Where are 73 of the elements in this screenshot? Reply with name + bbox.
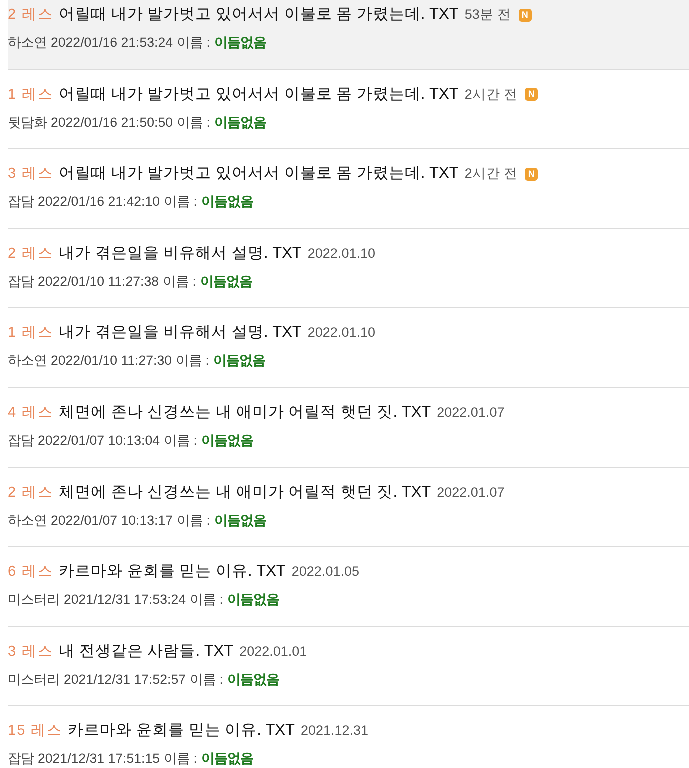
post-title-link[interactable]: 어릴때 내가 발가벗고 있어서서 이불로 몸 가렸는데. TXT (59, 5, 459, 25)
board-category: 미스터리 (8, 670, 60, 689)
name-label: 이름 : (177, 512, 210, 530)
post-time: 2022.01.07 (437, 404, 505, 422)
post-time: 2022.01.01 (240, 642, 308, 661)
post-title-link[interactable]: 카르마와 윤회를 믿는 이유. TXT (59, 562, 286, 582)
reply-count: 2 레스 (8, 244, 54, 264)
post-time: 2시간 전 (464, 165, 518, 184)
post-time: 2022.01.05 (292, 563, 360, 582)
board-category: 잡담 (8, 272, 34, 291)
post-datetime: 2022/01/10 11:27:30 (51, 352, 172, 370)
post-datetime: 2022/01/07 10:13:17 (51, 512, 174, 530)
reply-count: 1 레스 (8, 324, 54, 344)
name-label: 이름 : (163, 272, 196, 291)
post-title-link[interactable]: 체면에 존나 신경쓰는 내 애미가 어릴적 햇던 짓. TXT (59, 402, 432, 423)
post-time: 2022.01.07 (437, 484, 505, 502)
post-datetime: 2021/12/31 17:53:24 (64, 591, 186, 610)
post-datetime: 2021/12/31 17:52:57 (64, 670, 186, 689)
author-name: 이듬없음 (227, 670, 280, 689)
author-name: 이듬없음 (214, 512, 266, 530)
author-name: 이듬없음 (200, 272, 252, 291)
reply-count: 3 레스 (8, 165, 54, 184)
author-name: 이듬없음 (201, 193, 254, 212)
author-name: 이듬없음 (227, 591, 280, 610)
author-name: 이듬없음 (214, 34, 266, 52)
post-datetime: 2022/01/16 21:42:10 (38, 193, 160, 212)
post-time: 2022.01.10 (308, 244, 376, 263)
post-title-link[interactable]: 어릴때 내가 발가벗고 있어서서 이불로 몸 가렸는데. TXT (59, 164, 459, 184)
name-label: 이름 : (176, 352, 210, 370)
name-label: 이름 : (164, 193, 198, 212)
reply-count: 3 레스 (8, 642, 54, 662)
post-datetime: 2022/01/16 21:50:50 (51, 114, 174, 132)
post-datetime: 2021/12/31 17:51:15 (38, 750, 160, 768)
author-name: 이듬없음 (214, 114, 266, 132)
author-name: 이듬없음 (201, 750, 254, 768)
reply-count: 4 레스 (8, 404, 54, 423)
post-time: 2022.01.10 (308, 324, 376, 342)
board-category: 뒷담화 (8, 114, 47, 132)
post-time: 2시간 전 (464, 86, 518, 104)
post-title-link[interactable]: 어릴때 내가 발가벗고 있어서서 이불로 몸 가렸는데. TXT (59, 84, 459, 105)
board-category: 하소연 (8, 352, 47, 370)
post-datetime: 2022/01/07 10:13:04 (38, 432, 160, 450)
post-time: 2021.12.31 (300, 722, 369, 740)
reply-count: 15 레스 (8, 722, 64, 742)
reply-count: 6 레스 (8, 563, 54, 582)
board-category: 하소연 (8, 34, 47, 52)
name-label: 이름 : (190, 591, 224, 610)
post-time: 53분 전 (464, 6, 512, 24)
post-title-link[interactable]: 카르마와 윤회를 믿는 이유. TXT (68, 721, 295, 742)
name-label: 이름 : (190, 670, 224, 689)
board-category: 잡담 (8, 193, 34, 212)
post-title-link[interactable]: 내가 겪은일을 비유해서 설명. TXT (59, 323, 302, 344)
name-label: 이름 : (177, 34, 210, 52)
board-category: 하소연 (8, 512, 47, 530)
board-category: 잡담 (8, 750, 34, 768)
new-badge: N (525, 88, 538, 102)
new-badge: N (518, 8, 532, 22)
name-label: 이름 : (164, 750, 198, 768)
author-name: 이듬없음 (201, 432, 254, 450)
post-datetime: 2022/01/16 21:53:24 (51, 34, 174, 52)
post-title-link[interactable]: 내가 겪은일을 비유해서 설명. TXT (59, 244, 302, 264)
reply-count: 2 레스 (8, 484, 54, 503)
reply-count: 1 레스 (8, 86, 54, 105)
new-badge: N (525, 168, 538, 181)
name-label: 이름 : (177, 114, 210, 132)
reply-count: 2 레스 (8, 6, 54, 25)
post-title-link[interactable]: 체면에 존나 신경쓰는 내 애미가 어릴적 햇던 짓. TXT (59, 482, 432, 503)
name-label: 이름 : (164, 432, 198, 450)
author-name: 이듬없음 (213, 352, 266, 370)
board-category: 잡담 (8, 432, 34, 450)
board-category: 미스터리 (8, 591, 60, 610)
post-title-link[interactable]: 내 전생같은 사람들. TXT (59, 642, 234, 662)
post-datetime: 2022/01/10 11:27:38 (38, 272, 160, 291)
